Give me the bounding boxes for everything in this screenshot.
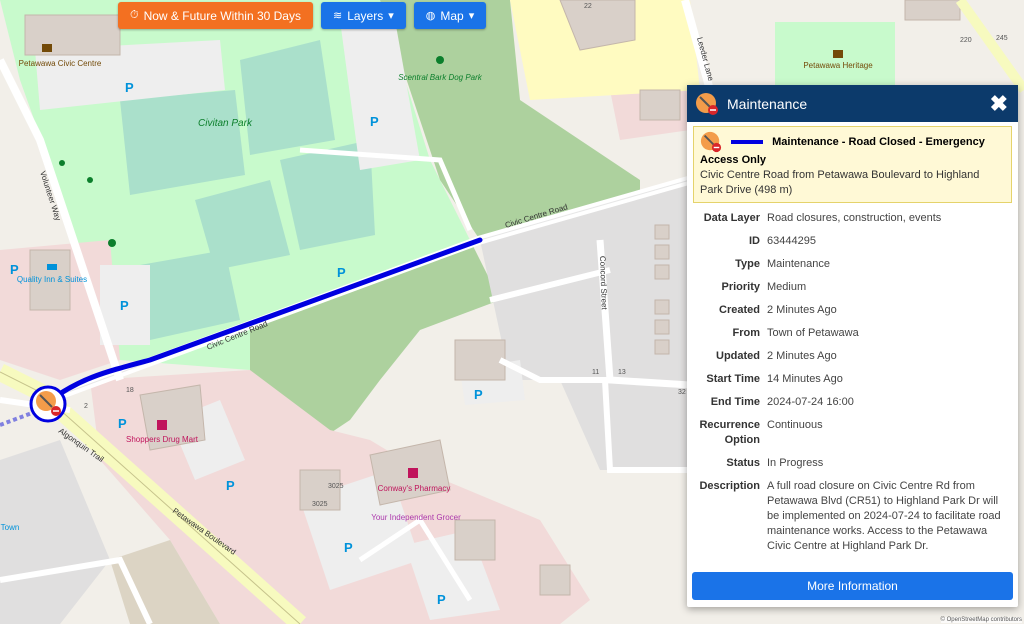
detail-label: Data Layer <box>703 212 760 224</box>
summary-title: Maintenance - Road Closed - Emergency Ac… <box>700 131 1005 168</box>
svg-text:245: 245 <box>996 35 1008 42</box>
svg-text:3025: 3025 <box>328 483 344 490</box>
svg-text:18: 18 <box>126 387 134 394</box>
svg-text:32: 32 <box>678 389 686 396</box>
detail-row: Created 2 Minutes Ago <box>687 303 1018 318</box>
detail-value: Town of Petawawa <box>767 327 859 339</box>
detail-value: A full road closure on Civic Centre Rd f… <box>767 480 1001 552</box>
detail-label: Priority <box>721 281 760 293</box>
svg-text:11: 11 <box>592 369 599 376</box>
detail-row: Description A full road closure on Civic … <box>687 479 1018 554</box>
globe-icon: ◍ <box>425 10 436 22</box>
layers-label: Layers <box>347 8 384 23</box>
detail-value: Maintenance <box>767 258 830 270</box>
detail-row: Recurrence Option Continuous <box>687 418 1018 448</box>
grocer-label: Your Independent Grocer <box>371 513 461 522</box>
detail-value: Medium <box>767 281 807 293</box>
svg-text:P: P <box>226 478 235 493</box>
svg-text:P: P <box>344 540 353 555</box>
detail-row: End Time 2024-07-24 16:00 <box>687 395 1018 410</box>
conways-label: Conway's Pharmacy <box>378 484 451 493</box>
time-filter-button[interactable]: ⏱ Now & Future Within 30 Days <box>118 2 313 29</box>
svg-text:13: 13 <box>618 369 626 376</box>
detail-label: Start Time <box>706 373 760 385</box>
detail-label: From <box>732 327 761 339</box>
event-popup: Maintenance ✖ Maintenance - Road Closed … <box>687 85 1018 607</box>
summary-text: Civic Centre Road from Petawawa Boulevar… <box>700 169 980 196</box>
detail-label: Recurrence Option <box>699 419 760 446</box>
svg-text:2: 2 <box>84 403 88 410</box>
popup-header: Maintenance ✖ <box>687 85 1018 122</box>
detail-label: Updated <box>716 350 760 362</box>
svg-text:P: P <box>474 387 483 402</box>
detail-value: Continuous <box>767 419 823 431</box>
detail-value: 63444295 <box>767 235 816 247</box>
map-attribution[interactable]: © OpenStreetMap contributors <box>940 617 1022 623</box>
svg-text:22: 22 <box>584 3 592 10</box>
map-style-button[interactable]: ◍ Map ▾ <box>413 2 487 29</box>
museum-icon <box>833 50 843 58</box>
detail-row: Start Time 14 Minutes Ago <box>687 372 1018 387</box>
maintenance-icon <box>696 92 718 115</box>
detail-label: Description <box>699 480 760 492</box>
layers-button[interactable]: ≋ Layers ▾ <box>320 2 406 29</box>
detail-row: Updated 2 Minutes Ago <box>687 349 1018 364</box>
detail-label: Status <box>726 457 760 469</box>
library-icon <box>42 44 52 52</box>
close-icon[interactable]: ✖ <box>990 91 1008 117</box>
town-label: Town <box>1 523 20 532</box>
shoppers-label: Shoppers Drug Mart <box>126 435 199 444</box>
svg-text:220: 220 <box>960 37 972 44</box>
caret-down-icon: ▾ <box>468 10 475 22</box>
svg-text:P: P <box>120 298 129 313</box>
road-closure-marker-icon[interactable] <box>29 385 67 423</box>
time-filter-label: Now & Future Within 30 Days <box>143 8 301 23</box>
detail-row: Data Layer Road closures, construction, e… <box>687 211 1018 226</box>
detail-value: In Progress <box>767 457 824 469</box>
svg-text:P: P <box>118 416 127 431</box>
detail-label: ID <box>749 235 760 247</box>
quality-inn-label: Quality Inn & Suites <box>17 275 87 284</box>
detail-row: Priority Medium <box>687 280 1018 295</box>
clock-icon: ⏱ <box>130 9 139 21</box>
detail-value: 14 Minutes Ago <box>767 373 843 385</box>
popup-title: Maintenance <box>727 95 808 112</box>
detail-value: 2 Minutes Ago <box>767 304 837 316</box>
maintenance-small-icon <box>700 131 722 153</box>
event-details: Data Layer Road closures, construction, e… <box>687 211 1018 554</box>
detail-row: ID 63444295 <box>687 234 1018 249</box>
detail-label: Type <box>735 258 760 270</box>
map-style-label: Map <box>440 8 464 23</box>
hotel-icon <box>47 264 57 270</box>
detail-row: Type Maintenance <box>687 257 1018 272</box>
civitan-park-label: Civitan Park <box>198 118 253 129</box>
detail-label: End Time <box>710 396 760 408</box>
detail-value: 2 Minutes Ago <box>767 350 837 362</box>
more-information-button[interactable]: More Information <box>692 572 1013 600</box>
detail-row: Status In Progress <box>687 456 1018 471</box>
layers-icon: ≋ <box>332 10 343 22</box>
dog-park-icon <box>436 56 444 64</box>
heritage-label: Petawawa Heritage <box>803 61 873 70</box>
detail-label: Created <box>719 304 760 316</box>
svg-text:P: P <box>337 265 346 280</box>
svg-text:P: P <box>437 592 446 607</box>
svg-text:P: P <box>370 114 379 129</box>
detail-value: 2024-07-24 16:00 <box>767 396 854 408</box>
event-summary: Maintenance - Road Closed - Emergency Ac… <box>693 126 1012 203</box>
detail-value: Road closures, construction, events <box>767 212 942 224</box>
caret-down-icon: ▾ <box>388 10 394 22</box>
route-line-swatch <box>731 140 764 144</box>
detail-row: From Town of Petawawa <box>687 326 1018 341</box>
concord-street-label: Concord Street <box>598 256 609 311</box>
svg-text:3025: 3025 <box>312 501 328 508</box>
map-toolbar: ⏱ Now & Future Within 30 Days ≋ Layers ▾… <box>118 2 487 29</box>
svg-text:P: P <box>125 80 134 95</box>
dog-park-label: Scentral Bark Dog Park <box>398 73 483 82</box>
civic-centre-label: Petawawa Civic Centre <box>19 59 102 68</box>
